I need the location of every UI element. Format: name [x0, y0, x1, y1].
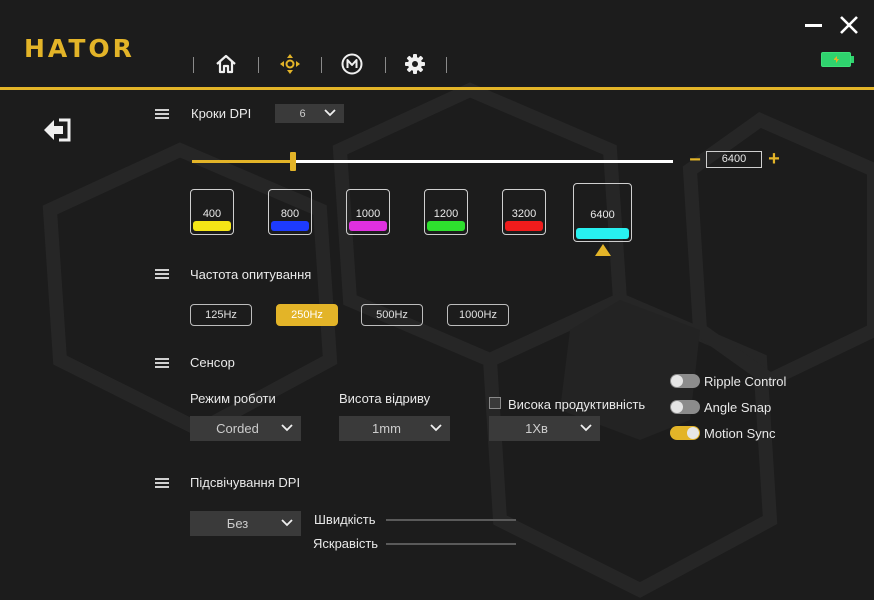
- angle-snap-label: Angle Snap: [704, 400, 772, 415]
- dpi-decrease-button[interactable]: −: [688, 150, 702, 170]
- selected-level-indicator-icon: [595, 243, 611, 261]
- nav-separator: [385, 57, 386, 73]
- high-performance-value: 1Хв: [525, 421, 548, 436]
- dpi-lighting-mode-value: Без: [226, 516, 249, 531]
- dpi-level-value: 3200: [511, 208, 537, 220]
- motion-sync-label: Motion Sync: [704, 426, 776, 441]
- brightness-slider[interactable]: [386, 543, 516, 545]
- dpi-lighting-title: Підсвічування DPI: [190, 475, 301, 490]
- dpi-level-value: 6400: [590, 209, 615, 221]
- nav-separator: [193, 57, 194, 73]
- dpi-slider-thumb[interactable]: [290, 152, 296, 171]
- polling-250hz-button[interactable]: 250Hz: [276, 304, 338, 326]
- dpi-level-value: 1000: [355, 208, 381, 220]
- minimize-icon[interactable]: [803, 14, 825, 36]
- toggle-knob: [687, 427, 699, 439]
- dpi-level-color: [576, 228, 629, 239]
- macro-icon[interactable]: [340, 52, 364, 76]
- ripple-control-toggle[interactable]: [670, 374, 700, 388]
- high-performance-label: Висока продуктивність: [508, 397, 646, 412]
- speed-slider[interactable]: [386, 519, 516, 521]
- battery-indicator: [821, 52, 851, 67]
- lift-off-label: Висота відриву: [339, 391, 431, 406]
- speed-label: Швидкість: [314, 512, 376, 527]
- app-logo: HATOR: [24, 34, 135, 63]
- dpi-level-2[interactable]: 800: [268, 189, 312, 235]
- nav-separator: [321, 57, 322, 73]
- high-performance-checkbox[interactable]: [489, 397, 501, 409]
- chevron-down-icon: [281, 518, 293, 526]
- ripple-control-label: Ripple Control: [704, 374, 787, 389]
- dpi-lighting-mode-dropdown[interactable]: Без: [190, 511, 301, 536]
- dpi-icon[interactable]: [278, 52, 302, 76]
- dpi-level-1[interactable]: 400: [190, 189, 234, 235]
- polling-rate-title: Частота опитування: [190, 267, 312, 282]
- angle-snap-toggle[interactable]: [670, 400, 700, 414]
- brightness-label: Яскравість: [313, 536, 379, 551]
- work-mode-value: Corded: [216, 421, 259, 436]
- dpi-level-color: [505, 221, 543, 231]
- nav-separator: [446, 57, 447, 73]
- toggle-knob: [671, 375, 683, 387]
- dpi-level-value: 1200: [433, 208, 459, 220]
- toggle-knob: [671, 401, 683, 413]
- sensor-title: Сенсор: [190, 355, 235, 370]
- dpi-slider-fill: [192, 160, 293, 163]
- dpi-level-5[interactable]: 3200: [502, 189, 546, 235]
- dpi-level-value: 800: [280, 208, 300, 220]
- charging-icon: [834, 56, 839, 63]
- dpi-increase-button[interactable]: +: [767, 149, 781, 169]
- section-menu-icon: [155, 478, 169, 488]
- dpi-value-input[interactable]: 6400: [706, 151, 762, 168]
- dpi-level-6-selected[interactable]: 6400: [573, 183, 632, 242]
- polling-1000hz-button[interactable]: 1000Hz: [447, 304, 509, 326]
- header-divider: [0, 87, 874, 90]
- polling-125hz-button[interactable]: 125Hz: [190, 304, 252, 326]
- background-hexagon-pattern: [42, 82, 874, 598]
- gear-icon[interactable]: [403, 52, 427, 76]
- dpi-level-3[interactable]: 1000: [346, 189, 390, 235]
- work-mode-label: Режим роботи: [190, 391, 276, 406]
- lift-off-dropdown[interactable]: 1mm: [339, 416, 450, 441]
- dpi-level-color: [193, 221, 231, 231]
- section-menu-icon: [155, 269, 169, 279]
- dpi-steps-count: 6: [299, 107, 306, 120]
- motion-sync-toggle[interactable]: [670, 426, 700, 440]
- dpi-level-color: [271, 221, 309, 231]
- polling-500hz-button[interactable]: 500Hz: [361, 304, 423, 326]
- exit-icon[interactable]: [42, 116, 74, 144]
- chevron-down-icon: [281, 423, 293, 431]
- dpi-steps-dropdown[interactable]: 6: [275, 104, 344, 123]
- battery-tip: [851, 56, 854, 63]
- dpi-level-color: [349, 221, 387, 231]
- nav-separator: [258, 57, 259, 73]
- dpi-level-color: [427, 221, 465, 231]
- close-icon[interactable]: [838, 14, 860, 36]
- dpi-level-value: 400: [202, 208, 222, 220]
- section-menu-icon: [155, 109, 169, 119]
- chevron-down-icon: [580, 423, 592, 431]
- dpi-steps-title: Кроки DPI: [191, 106, 252, 121]
- work-mode-dropdown[interactable]: Corded: [190, 416, 301, 441]
- lift-off-value: 1mm: [372, 421, 401, 436]
- high-performance-dropdown[interactable]: 1Хв: [489, 416, 600, 441]
- home-icon[interactable]: [214, 52, 238, 76]
- dpi-level-4[interactable]: 1200: [424, 189, 468, 235]
- chevron-down-icon: [324, 108, 336, 116]
- section-menu-icon: [155, 358, 169, 368]
- chevron-down-icon: [430, 423, 442, 431]
